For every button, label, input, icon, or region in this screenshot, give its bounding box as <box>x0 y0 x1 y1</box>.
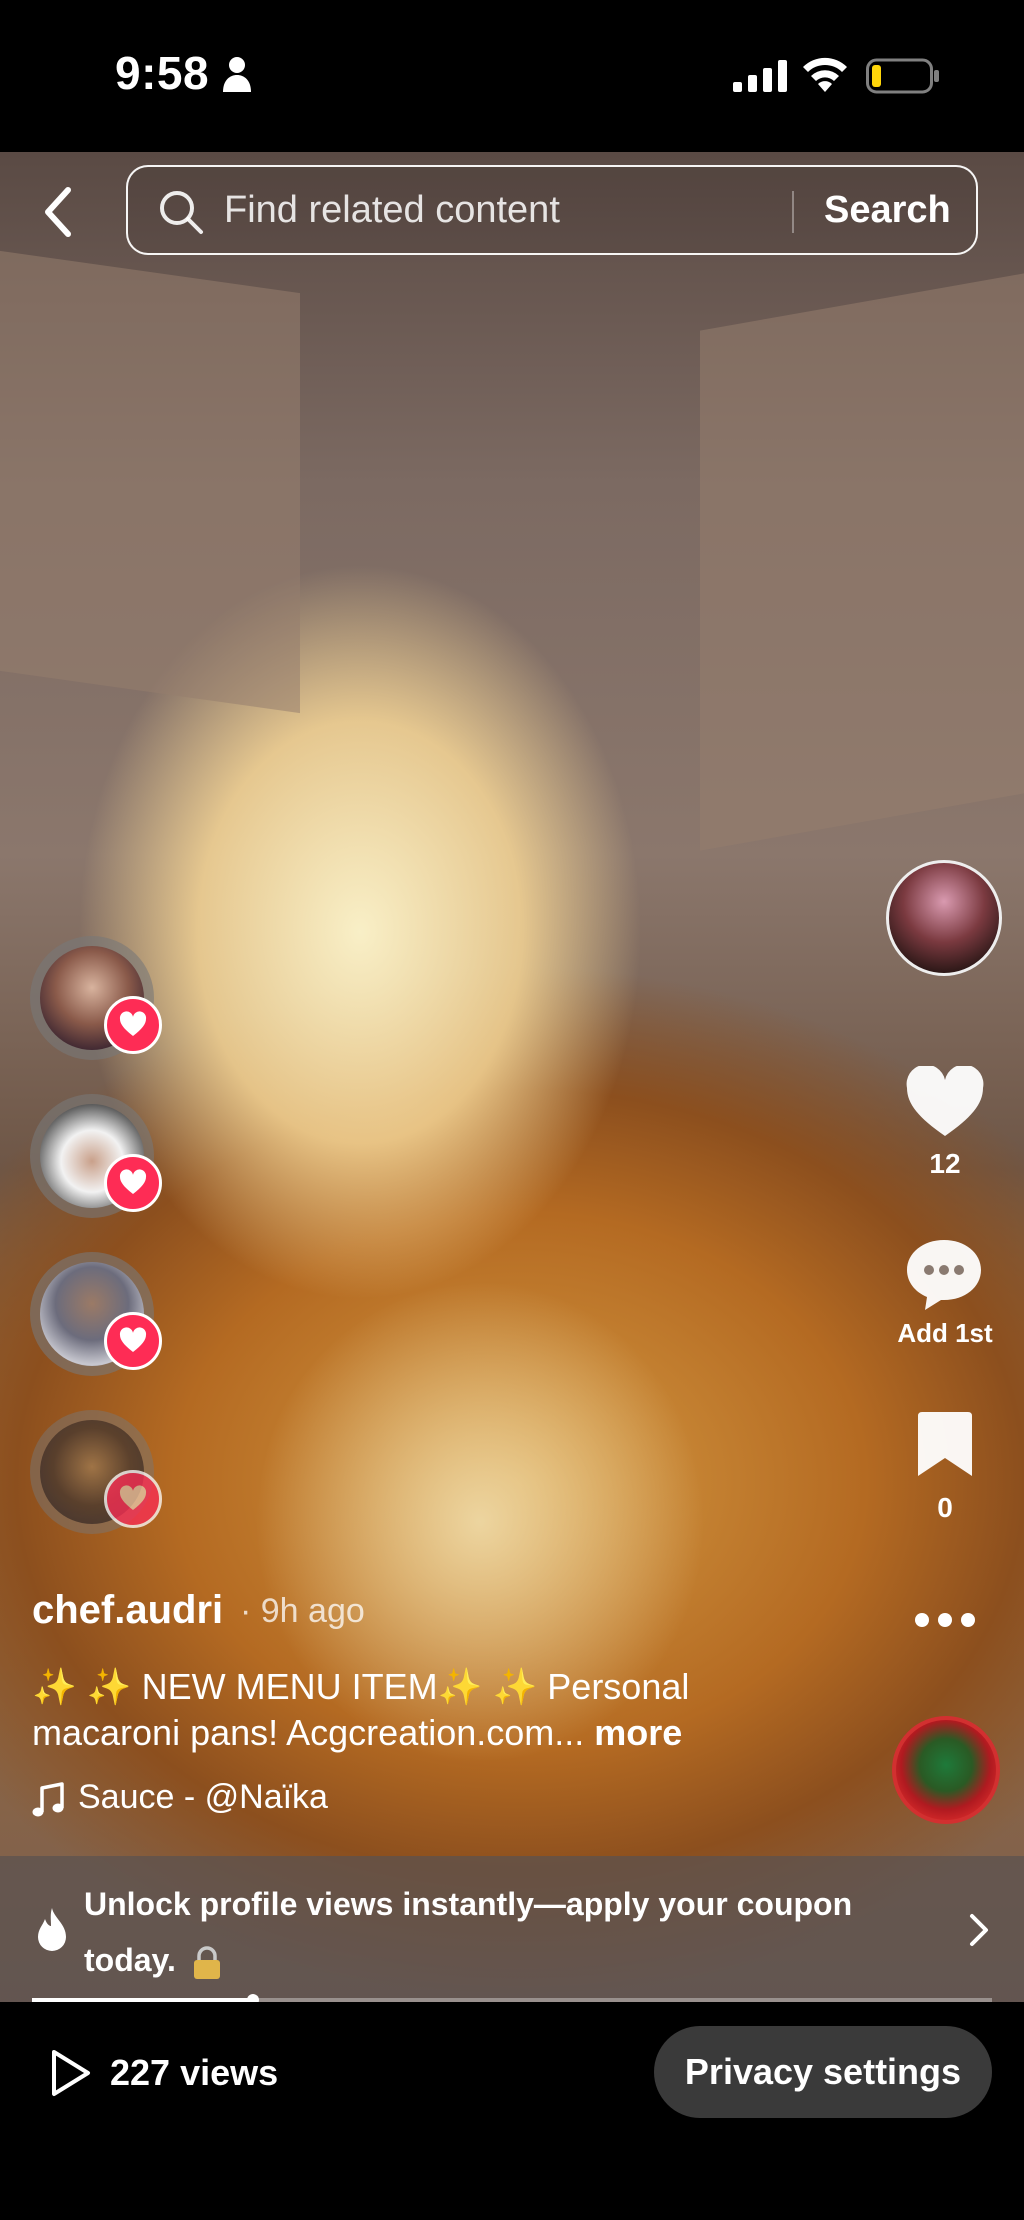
sound-name[interactable]: Sauce - @Naïka <box>78 1778 328 1817</box>
battery-icon <box>866 58 939 94</box>
chevron-right-icon[interactable] <box>968 1912 992 1948</box>
heart-icon[interactable] <box>905 1066 985 1138</box>
heart-badge <box>104 1470 162 1528</box>
status-time: 9:58 <box>115 47 210 99</box>
heart-icon <box>119 1011 147 1036</box>
box-flap-right <box>700 273 1024 851</box>
heart-icon <box>119 1485 147 1510</box>
flame-icon <box>38 1908 66 1951</box>
heart-icon <box>119 1169 147 1194</box>
back-icon[interactable] <box>38 186 80 238</box>
heart-badge <box>104 1154 162 1212</box>
caption[interactable]: ✨ ✨ NEW MENU ITEM✨ ✨ Personal macaroni p… <box>32 1664 792 1756</box>
signal-icon <box>733 60 787 92</box>
search-button[interactable]: Search <box>824 189 951 232</box>
box-flap-left <box>0 250 300 714</box>
play-icon <box>52 2050 90 2096</box>
privacy-settings-button[interactable]: Privacy settings <box>654 2026 992 2118</box>
promo-banner[interactable]: Unlock profile views instantly—apply you… <box>0 1856 1024 2002</box>
status-bar: 9:58 <box>0 0 1024 152</box>
bookmark-icon[interactable] <box>916 1410 974 1478</box>
username[interactable]: chef.audri <box>32 1588 223 1633</box>
caption-text: ✨ ✨ NEW MENU ITEM✨ ✨ Personal macaroni p… <box>32 1666 690 1753</box>
bookmark-count: 0 <box>937 1492 953 1523</box>
more-options-icon[interactable] <box>912 1600 978 1640</box>
posted-time: · 9h ago <box>240 1592 365 1630</box>
lock-icon <box>193 1945 220 1979</box>
search-bar[interactable]: Find related content Search <box>126 165 978 255</box>
like-count: 12 <box>929 1148 961 1179</box>
caption-more-link[interactable]: more <box>594 1712 682 1753</box>
person-icon <box>223 57 251 92</box>
comment-count: Add 1st <box>897 1318 993 1348</box>
music-disc[interactable] <box>892 1716 1000 1824</box>
view-count: 227 views <box>110 2052 279 2093</box>
heart-badge <box>104 1312 162 1370</box>
search-divider <box>792 191 794 233</box>
wifi-icon <box>803 57 847 92</box>
bottom-bar: 227 views Privacy settings <box>0 2002 1024 2220</box>
promo-text: Unlock profile views instantly—apply you… <box>84 1876 914 1988</box>
creator-avatar[interactable] <box>886 860 1002 976</box>
heart-icon <box>119 1327 147 1352</box>
search-input[interactable]: Find related content <box>224 189 560 232</box>
music-note-icon <box>32 1782 64 1817</box>
comment-icon[interactable] <box>903 1236 985 1312</box>
search-icon <box>160 191 203 234</box>
heart-badge <box>104 996 162 1054</box>
